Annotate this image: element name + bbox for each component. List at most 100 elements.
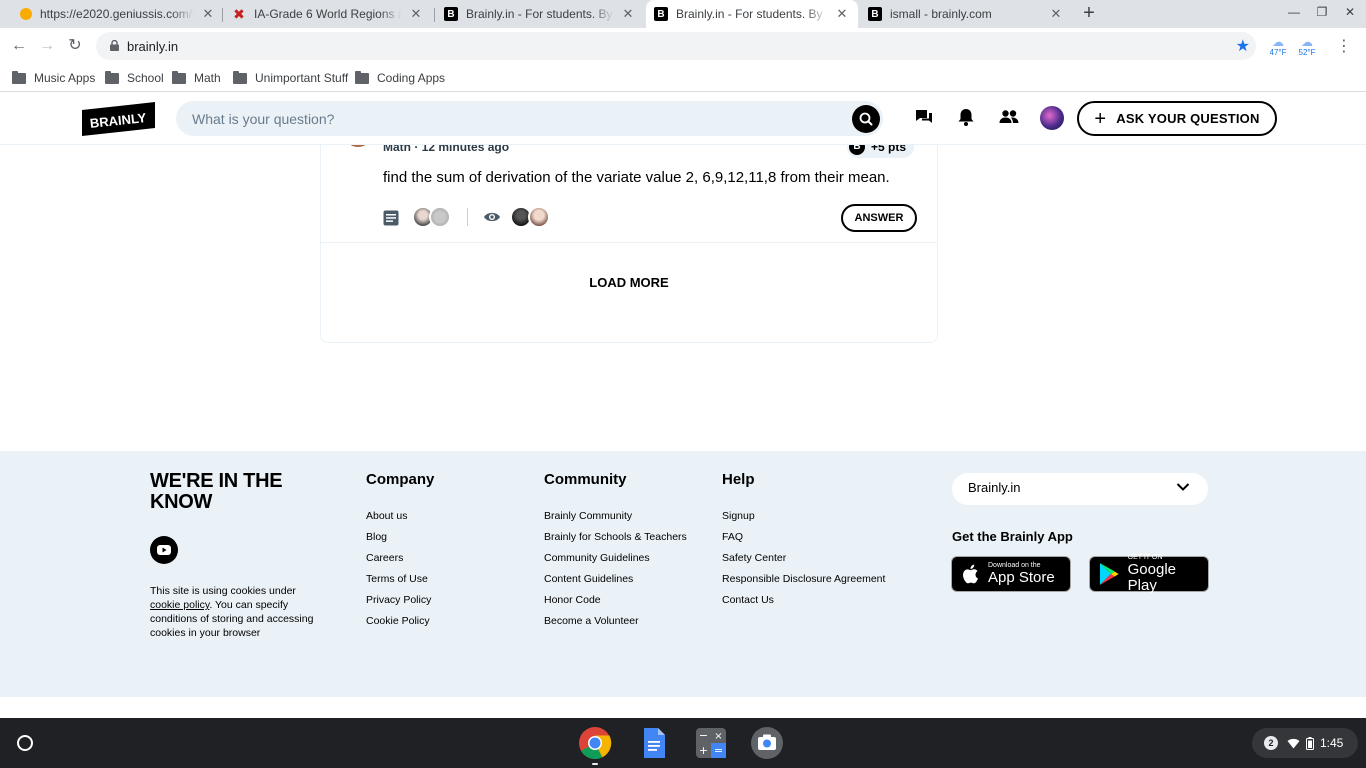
chevron-down-icon [1176,483,1190,491]
apple-icon [963,564,978,584]
messages-icon[interactable] [913,106,935,128]
youtube-link[interactable] [150,536,178,564]
get-app-heading: Get the Brainly App [952,529,1073,544]
browser-tab-brainly-1[interactable]: B Brainly.in - For students. By stud ✕ [436,0,644,28]
footer-link-careers[interactable]: Careers [366,551,434,572]
chrome-app-icon[interactable] [578,726,612,760]
bookmark-folder-school[interactable]: School [105,68,164,88]
google-play-badge[interactable]: GET IT ON Google Play [1089,554,1209,594]
bookmark-folder-coding-apps[interactable]: Coding Apps [355,68,445,88]
footer-link-safety-center[interactable]: Safety Center [722,551,885,572]
app-store-badge[interactable]: Download on the App Store [951,556,1071,592]
footer-community-column: Community Brainly Community Brainly for … [544,471,687,635]
footer-link-signup[interactable]: Signup [722,509,885,530]
tab-title: IA-Grade 6 World Regions and C [254,7,402,21]
running-app-indicator [592,763,598,765]
brainly-logo[interactable]: BRAINLY [82,102,155,136]
browser-tab-ismall[interactable]: B ismall - brainly.com ✕ [860,0,1072,28]
answer-button[interactable]: ANSWER [841,204,917,232]
search-input[interactable] [192,101,832,136]
brainly-page: BRAINLY + ASK YO [0,92,1366,718]
footer-column-title: Community [544,471,627,488]
footer-help-column: Help Signup FAQ Safety Center Responsibl… [722,471,885,614]
reload-icon[interactable]: ↻ [63,34,87,58]
subject-document-icon [383,210,399,226]
browser-tab-geniussis[interactable]: https://e2020.geniussis.com/FE ✕ [12,0,224,28]
weather-extension-1[interactable]: ☁ 47°F [1266,36,1290,58]
footer-link-community-guidelines[interactable]: Community Guidelines [544,551,687,572]
footer-link-disclosure[interactable]: Responsible Disclosure Agreement [722,572,885,593]
tab-close-icon[interactable]: ✕ [834,6,850,22]
calculator-app-icon[interactable]: − × + = [694,726,728,760]
question-search-bar [176,101,883,136]
viewer-avatar [528,206,550,228]
forward-arrow-icon[interactable]: → [35,34,59,58]
search-button[interactable] [852,105,880,133]
footer-link-honor-code[interactable]: Honor Code [544,593,687,614]
ask-your-question-button[interactable]: + ASK YOUR QUESTION [1077,101,1277,136]
footer-headline: WE'RE IN THE KNOW [150,470,283,513]
lock-icon [110,40,119,51]
tab-title: Brainly.in - For students. By stud [466,7,614,21]
kebab-menu-icon[interactable]: ⋮ [1336,36,1352,56]
friends-icon[interactable] [998,106,1020,128]
bookmark-folder-music-apps[interactable]: Music Apps [12,68,95,88]
bookmark-label: School [127,71,164,85]
footer-link-become-volunteer[interactable]: Become a Volunteer [544,614,687,635]
market-select[interactable]: Brainly.in [952,473,1208,505]
bookmark-label: Math [194,71,221,85]
camera-app-icon[interactable] [750,726,784,760]
store-badge-big-text: App Store [988,569,1055,586]
svg-text:+: + [699,744,708,757]
viewers-eye-icon [484,212,500,222]
new-tab-plus-icon[interactable]: + [1078,3,1100,25]
footer-column-title: Help [722,471,755,488]
notifications-bell-icon[interactable] [955,106,977,128]
load-more-button[interactable]: LOAD MORE [321,243,937,321]
cookie-text: This site is using cookies under [150,585,296,597]
footer-link-about-us[interactable]: About us [366,509,434,530]
launcher-circle-icon[interactable] [17,735,33,751]
google-docs-app-icon[interactable] [637,726,671,760]
user-avatar[interactable] [1040,106,1064,130]
footer-link-faq[interactable]: FAQ [722,530,885,551]
footer-link-contact-us[interactable]: Contact Us [722,593,885,614]
footer-link-privacy[interactable]: Privacy Policy [366,593,434,614]
plus-icon: + [1094,107,1107,130]
weather-extension-2[interactable]: ☁ 52°F [1295,36,1319,58]
system-tray[interactable]: 2 1:45 [1252,728,1358,758]
tab-close-icon[interactable]: ✕ [200,6,216,22]
browser-tab-brainly-active[interactable]: B Brainly.in - For students. By stud ✕ [646,0,858,28]
bookmark-folder-math[interactable]: Math [172,68,221,88]
footer-link-terms[interactable]: Terms of Use [366,572,434,593]
tab-title: https://e2020.geniussis.com/FE [40,7,194,21]
cookie-policy-link[interactable]: cookie policy [150,599,209,611]
cloud-icon: ☁ [1301,35,1313,49]
footer-company-column: Company About us Blog Careers Terms of U… [366,471,434,635]
tab-close-icon[interactable]: ✕ [408,6,424,22]
tab-close-icon[interactable]: ✕ [1048,6,1064,22]
address-bar[interactable]: brainly.in ★ [96,32,1256,60]
bookmark-folder-unimportant-stuff[interactable]: Unimportant Stuff [233,68,348,88]
footer-link-brainly-community[interactable]: Brainly Community [544,509,687,530]
footer-link-blog[interactable]: Blog [366,530,434,551]
close-window-icon[interactable]: ✕ [1340,5,1360,23]
bookmark-star-icon[interactable]: ★ [1236,36,1250,56]
svg-text:−: − [699,729,708,742]
back-arrow-icon[interactable]: ← [7,34,31,58]
browser-tab-ia-grade6[interactable]: ✖ IA-Grade 6 World Regions and C ✕ [224,0,432,28]
footer-link-cookie-policy[interactable]: Cookie Policy [366,614,434,635]
folder-icon [105,70,119,84]
svg-text:×: × [714,731,722,742]
question-text[interactable]: find the sum of derivation of the variat… [383,169,890,186]
brainly-footer: WE'RE IN THE KNOW This site is using coo… [0,451,1366,697]
minimize-icon[interactable]: — [1284,5,1304,23]
footer-link-schools-teachers[interactable]: Brainly for Schools & Teachers [544,530,687,551]
restore-window-icon[interactable]: ❐ [1312,5,1332,23]
footer-link-content-guidelines[interactable]: Content Guidelines [544,572,687,593]
google-play-icon [1099,563,1119,585]
chromeos-shelf: − × + = 2 1:45 [0,718,1366,768]
divider [467,208,468,226]
tab-close-icon[interactable]: ✕ [620,6,636,22]
notification-count-badge: 2 [1264,736,1278,750]
